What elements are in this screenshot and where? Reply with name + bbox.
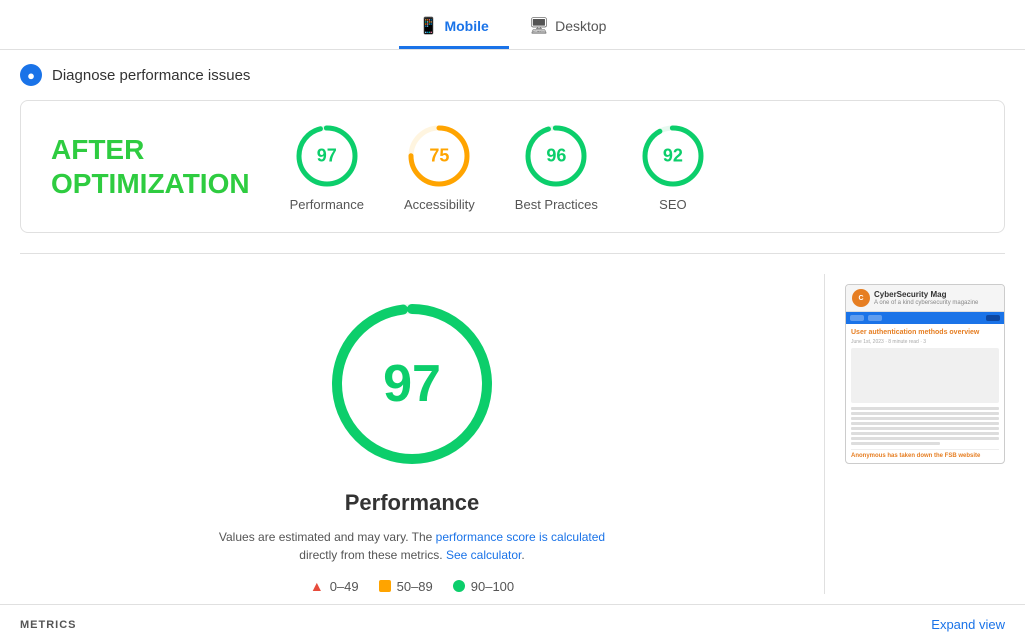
diagnose-row: ● Diagnose performance issues (0, 50, 1025, 100)
legend-green: 90–100 (453, 579, 514, 594)
score-item-seo: 92 SEO (638, 121, 708, 212)
values-note: Values are estimated and may vary. The p… (219, 528, 605, 564)
optimization-card: AFTER OPTIMIZATION 97 Performance 75 (20, 100, 1005, 233)
preview-logo: C (852, 289, 870, 307)
right-panel: C CyberSecurity Mag A one of a kind cybe… (845, 274, 1005, 594)
scores-row: 97 Performance 75 Accessibility (290, 121, 708, 212)
metrics-footer: METRICS Expand view (0, 604, 1025, 644)
circle-best-practices: 96 (521, 121, 591, 191)
circle-seo: 92 (638, 121, 708, 191)
square-icon (379, 580, 391, 592)
metrics-label: METRICS (20, 619, 77, 631)
score-item-best-practices: 96 Best Practices (515, 121, 598, 212)
mobile-icon: 📱 (419, 16, 439, 36)
expand-view-link[interactable]: Expand view (931, 617, 1005, 632)
circle-performance: 97 (292, 121, 362, 191)
nav-btn (986, 315, 1000, 321)
tab-mobile[interactable]: 📱 Mobile (399, 8, 509, 49)
perf-score-link[interactable]: performance score is calculated (436, 530, 605, 544)
preview-text-lines (851, 407, 999, 445)
legend-range-red: 0–49 (330, 579, 359, 594)
calculator-link[interactable]: See calculator (446, 548, 521, 562)
score-label-performance: Performance (290, 197, 364, 212)
tab-desktop[interactable]: 🖥 Desktop (509, 8, 627, 49)
nav-dot-1 (850, 315, 864, 321)
score-label-seo: SEO (659, 197, 686, 212)
nav-dot-2 (868, 315, 882, 321)
diagnose-icon: ● (20, 64, 42, 86)
tab-desktop-label: Desktop (555, 18, 606, 34)
vertical-divider (824, 274, 825, 594)
preview-meta: June 1st, 2023 · 8 minute read · 3 (851, 339, 999, 345)
diagnose-text: Diagnose performance issues (52, 67, 250, 84)
score-label-best-practices: Best Practices (515, 197, 598, 212)
desktop-icon: 🖥 (529, 16, 549, 36)
score-item-performance: 97 Performance (290, 121, 364, 212)
legend-range-green: 90–100 (471, 579, 514, 594)
circle-icon (453, 580, 465, 592)
legend-row: ▲ 0–49 50–89 90–100 (310, 578, 514, 594)
website-preview: C CyberSecurity Mag A one of a kind cybe… (845, 284, 1005, 464)
circle-accessibility: 75 (404, 121, 474, 191)
preview-body: User authentication methods overview Jun… (846, 324, 1004, 463)
preview-nav (846, 312, 1004, 324)
big-circle: 97 (322, 294, 502, 474)
score-num-best-practices: 96 (546, 146, 566, 167)
tab-mobile-label: Mobile (444, 18, 488, 34)
score-num-performance: 97 (317, 146, 337, 167)
preview-footer-link: Anonymous has taken down the FSB website (851, 449, 999, 459)
performance-label: Performance (345, 490, 480, 516)
tabs-bar: 📱 Mobile 🖥 Desktop (0, 0, 1025, 50)
preview-site-name: CyberSecurity Mag (874, 290, 978, 300)
score-num-seo: 92 (663, 146, 683, 167)
preview-image (851, 348, 999, 403)
opt-title: AFTER OPTIMIZATION (51, 133, 250, 200)
left-panel: 97 Performance Values are estimated and … (20, 274, 804, 594)
triangle-icon: ▲ (310, 578, 324, 594)
preview-site-sub: A one of a kind cybersecurity magazine (874, 300, 978, 306)
legend-range-orange: 50–89 (397, 579, 433, 594)
score-num-accessibility: 75 (429, 146, 449, 167)
score-item-accessibility: 75 Accessibility (404, 121, 475, 212)
main-content: 97 Performance Values are estimated and … (0, 254, 1025, 594)
big-score-value: 97 (383, 354, 441, 414)
preview-headline: User authentication methods overview (851, 328, 999, 337)
preview-header: C CyberSecurity Mag A one of a kind cybe… (846, 285, 1004, 312)
legend-orange: 50–89 (379, 579, 433, 594)
score-label-accessibility: Accessibility (404, 197, 475, 212)
legend-red: ▲ 0–49 (310, 578, 359, 594)
